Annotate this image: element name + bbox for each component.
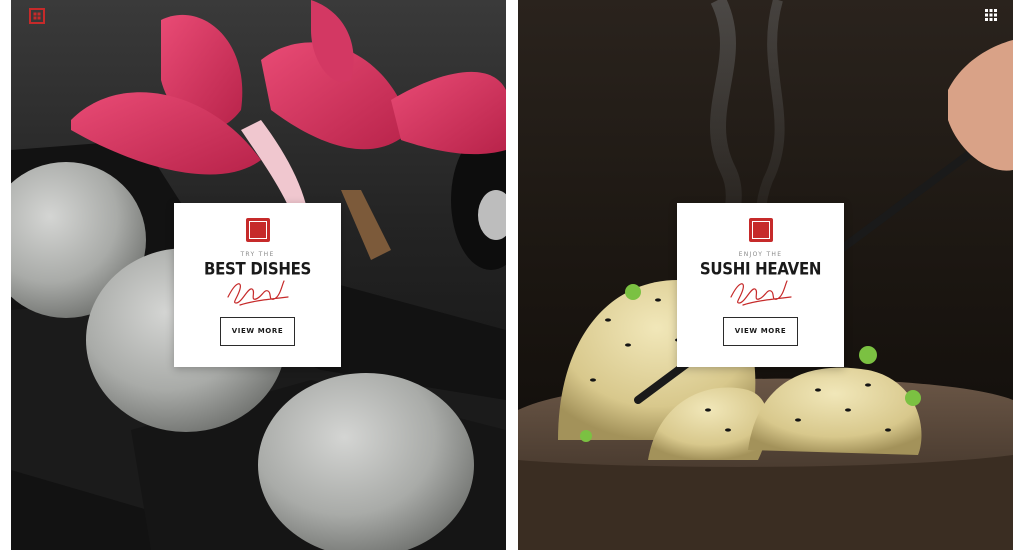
promo-card: ENJOY THE SUSHI HEAVEN VIEW MORE bbox=[677, 203, 844, 367]
seal-logo-icon bbox=[749, 218, 773, 242]
seal-logo-icon bbox=[246, 218, 270, 242]
grid-square-icon[interactable] bbox=[29, 8, 45, 24]
promo-card: TRY THE BEST DISHES VIEW MORE bbox=[174, 203, 341, 367]
card-kicker: TRY THE bbox=[240, 251, 275, 258]
signature-icon bbox=[730, 280, 792, 306]
view-more-button[interactable]: VIEW MORE bbox=[723, 317, 798, 346]
promo-panel-right[interactable]: ENJOY THE SUSHI HEAVEN VIEW MORE bbox=[518, 0, 1013, 550]
card-kicker: ENJOY THE bbox=[738, 251, 783, 258]
promo-panel-left[interactable]: TRY THE BEST DISHES VIEW MORE bbox=[11, 0, 506, 550]
dots-grid-icon[interactable] bbox=[985, 9, 997, 21]
view-more-button[interactable]: VIEW MORE bbox=[220, 317, 295, 346]
signature-icon bbox=[227, 280, 289, 306]
